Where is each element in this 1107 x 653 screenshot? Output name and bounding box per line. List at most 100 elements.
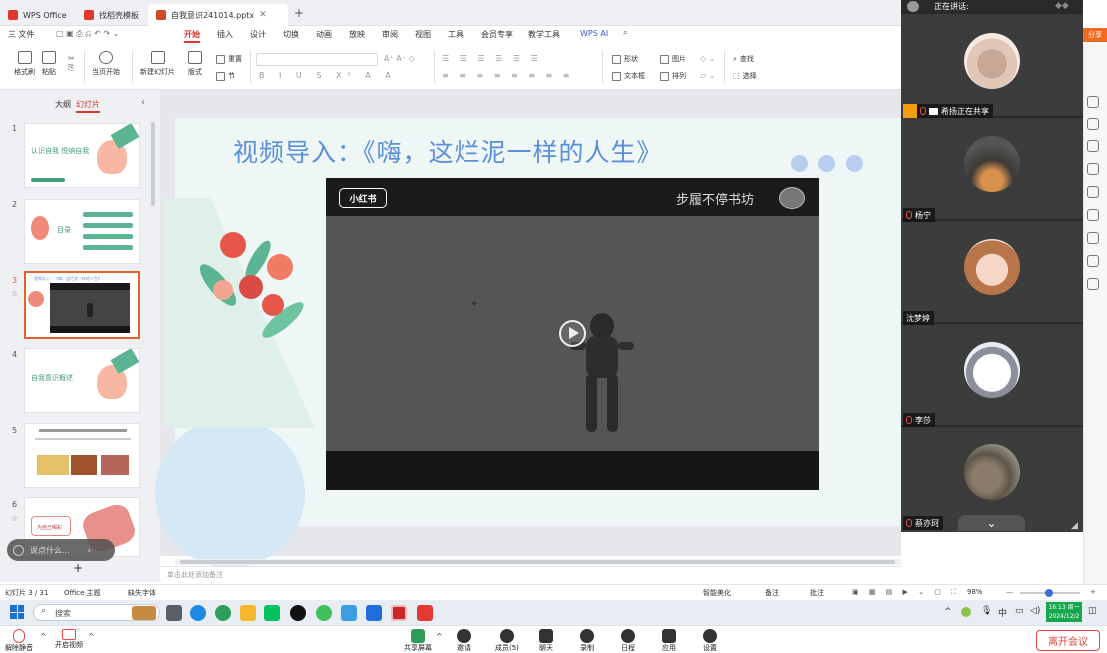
chevron-up-icon[interactable]: ^ (40, 632, 47, 641)
quick-access-icons[interactable]: ▢ ▣ ⎙ ⎌ ↶ ↷ ⌄ (56, 29, 119, 39)
tab-outline[interactable]: 大纲 (55, 99, 71, 110)
new-tab-icon[interactable]: + (294, 6, 304, 20)
arrange-button[interactable]: 排列 (660, 71, 686, 81)
slide-thumbnail-2[interactable]: 目录 (24, 199, 140, 264)
file-explorer-icon[interactable] (240, 605, 256, 621)
picture-button[interactable]: 图片 (660, 54, 686, 64)
search-icon[interactable]: ⌕ (623, 28, 627, 38)
mic-tray-icon[interactable]: 🎙 (981, 606, 992, 616)
wps-taskbar-icon[interactable] (417, 605, 433, 621)
chat-button[interactable]: 聊天 (539, 629, 553, 653)
emoji-icon[interactable] (13, 544, 24, 556)
sidebar-tool-icon[interactable] (1087, 96, 1099, 108)
tab-slides[interactable]: 幻灯片 (76, 99, 100, 113)
share-screen-button[interactable]: 共享屏幕 (404, 629, 432, 653)
app-icon[interactable] (366, 605, 382, 621)
find-button[interactable]: ⌕ 查找 (733, 54, 754, 64)
zoom-out-icon[interactable]: — (1006, 588, 1013, 596)
unmute-button[interactable]: 解除静音 (5, 629, 33, 653)
invite-button[interactable]: 邀请 (457, 629, 471, 653)
sidebar-tool-icon[interactable] (1087, 255, 1099, 267)
ime-indicator[interactable]: 中 (998, 606, 1007, 619)
missing-font[interactable]: 缺失字体 (128, 588, 156, 598)
chat-input-bubble[interactable]: 说点什么... ‹ (7, 539, 115, 561)
edge-browser-icon[interactable] (190, 605, 206, 621)
slide-thumbnail-4[interactable]: 自我意识概述 (24, 348, 140, 413)
start-video-button[interactable]: 开启视频 (55, 629, 83, 650)
chevron-up-icon[interactable]: ^ (436, 632, 443, 641)
notification-icon[interactable]: ◫ (1088, 606, 1097, 616)
sidebar-tool-icon[interactable] (1087, 209, 1099, 221)
menu-slideshow[interactable]: 放映 (349, 29, 365, 40)
text-format-buttons[interactable]: B I U S X² A A (259, 71, 397, 80)
tray-expand-icon[interactable]: ^ (944, 607, 952, 617)
slide-thumbnail-3-selected[interactable]: 视频导入：《嗨，这烂泥一样的人生》 (24, 271, 140, 339)
sidebar-tool-icon[interactable] (1087, 278, 1099, 290)
menu-animation[interactable]: 动画 (316, 29, 332, 40)
format-painter-button[interactable]: 格式刷 (14, 51, 35, 77)
network-icon[interactable]: ▭ (1015, 606, 1024, 616)
sidebar-tool-icon[interactable] (1087, 118, 1099, 130)
align-controls[interactable]: ≡ ≡ ≡ ≡ ≡ ≡ ≡ ≡ (442, 71, 573, 80)
select-button[interactable]: ⬚ 选择 (733, 71, 757, 81)
task-view-icon[interactable] (166, 605, 182, 621)
reset-button[interactable]: 重置 (216, 54, 242, 64)
menu-member[interactable]: 会员专享 (481, 29, 513, 40)
members-button[interactable]: 成员(5) (495, 629, 519, 653)
qq-icon[interactable] (290, 605, 306, 621)
menu-transition[interactable]: 切换 (283, 29, 299, 40)
tab-template[interactable]: 找稻壳模板 (76, 4, 147, 26)
leave-meeting-button[interactable]: 离开会议 (1036, 630, 1100, 651)
taskbar-clock[interactable]: 16:13 周一 2024/12/2 (1046, 602, 1082, 622)
slide-title[interactable]: 视频导入：《嗨，这烂泥一样的人生》 (233, 133, 663, 169)
add-slide-icon[interactable]: + (73, 561, 83, 575)
panel-options-icon[interactable]: ◆◆ (1055, 1, 1069, 11)
wps-office-icon[interactable] (391, 605, 407, 621)
notes-toggle[interactable]: 备注 (765, 588, 779, 598)
sidebar-tool-icon[interactable] (1087, 140, 1099, 152)
slide-thumbnail-5[interactable] (24, 423, 140, 488)
font-name-dropdown[interactable] (256, 53, 378, 66)
notes-area[interactable] (160, 566, 901, 583)
view-mode-icons[interactable]: ▣ ▦ ▤ ▶ ⌄ ▢ ⛶ (852, 588, 960, 597)
layout-button[interactable]: 版式 (188, 51, 202, 77)
star-icon[interactable]: ☆ (11, 514, 18, 523)
smart-beautify-button[interactable]: 智能美化 (703, 588, 731, 598)
sidebar-tool-icon[interactable] (1087, 163, 1099, 175)
app-icon[interactable] (316, 605, 332, 621)
tab-wps-office[interactable]: WPS Office (0, 4, 75, 26)
cut-copy-icons[interactable]: ✂ ⎘ (68, 54, 75, 73)
new-slide-button[interactable]: 新建幻灯片 (140, 51, 175, 77)
zoom-in-icon[interactable]: + (1090, 588, 1096, 596)
menu-home[interactable]: 开始 (184, 29, 200, 43)
record-button[interactable]: 录制 (580, 629, 594, 653)
slide-thumbnail-1[interactable]: 认识自我 悦纳自我 (24, 123, 140, 188)
menu-design[interactable]: 设计 (250, 29, 266, 40)
canvas-scrollbar[interactable] (175, 559, 901, 565)
menu-teaching-tools[interactable]: 教学工具 (528, 29, 560, 40)
comments-toggle[interactable]: 批注 (810, 588, 824, 598)
collapse-panel-icon[interactable]: ‹ (141, 97, 145, 108)
outline-icon[interactable]: ▱ ⌄ (700, 71, 715, 80)
chevron-left-icon[interactable]: ‹ (88, 546, 91, 555)
tab-pptx-file[interactable]: 自我意识241014.pptx ✕ (148, 4, 288, 26)
theme-name[interactable]: Office 主题 (64, 588, 101, 598)
windows-start-icon[interactable] (10, 605, 24, 619)
star-icon[interactable]: ☆ (11, 289, 18, 298)
app-icon[interactable] (215, 605, 231, 621)
paste-button[interactable]: 粘贴 (42, 51, 56, 77)
menu-review[interactable]: 审阅 (382, 29, 398, 40)
panel-scrollbar[interactable] (151, 122, 155, 206)
menu-view[interactable]: 视图 (415, 29, 431, 40)
settings-button[interactable]: 设置 (703, 629, 717, 653)
textbox-button[interactable]: 文本框 (612, 71, 645, 81)
wechat-icon[interactable] (264, 605, 280, 621)
fill-icon[interactable]: ◇ ⌄ (700, 54, 715, 63)
share-button[interactable]: 分享 (1083, 28, 1107, 42)
app-icon[interactable] (341, 605, 357, 621)
shape-button[interactable]: 形状 (612, 54, 638, 64)
play-current-button[interactable]: 当页开始 (92, 51, 120, 77)
schedule-button[interactable]: 日程 (621, 629, 635, 653)
resize-handle-icon[interactable]: ◢ (1071, 521, 1078, 531)
menu-file[interactable]: 三 文件 (8, 29, 35, 40)
